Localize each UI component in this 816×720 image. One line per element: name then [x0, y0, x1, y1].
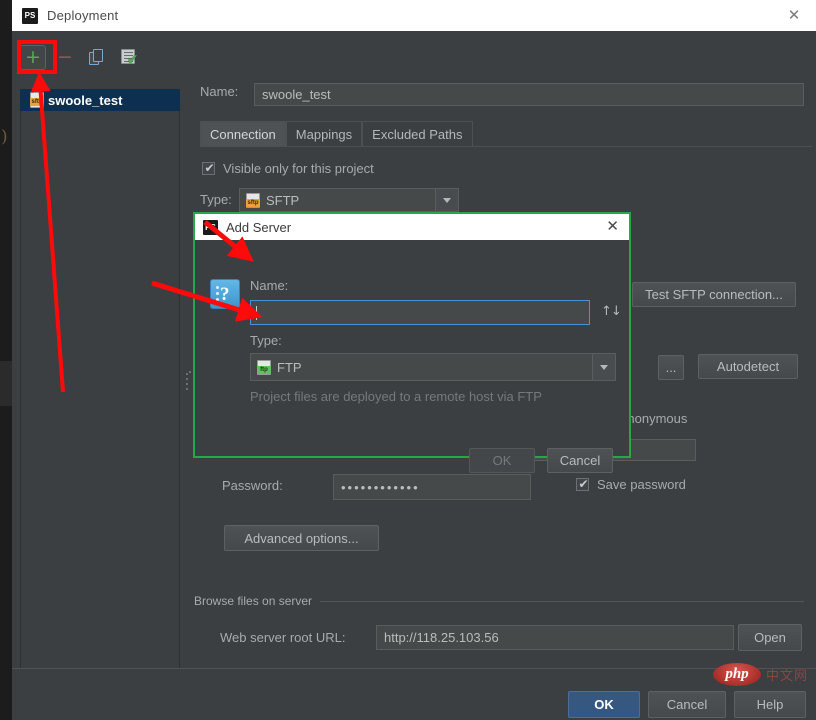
tab-underline — [200, 146, 812, 147]
footer-cancel-button[interactable]: Cancel — [648, 691, 726, 718]
add-server-button[interactable]: + — [20, 45, 46, 70]
plus-icon: + — [25, 48, 41, 67]
sort-updown-icon[interactable]: ↑↓ — [601, 304, 621, 319]
browse-path-button[interactable]: ... — [658, 355, 684, 380]
add-server-title: Add Server — [226, 220, 291, 235]
save-password-label: Save password — [597, 477, 686, 492]
php-site-text: 中文网 — [766, 665, 808, 684]
add-server-body: Name: ↑↓ Type: FTP Project files are dep… — [195, 240, 629, 458]
password-input[interactable]: •••••••••••• — [333, 474, 531, 500]
name-label: Name: — [200, 84, 238, 99]
server-list-toolbar: + − ✔ — [20, 43, 142, 71]
window-titlebar: Deployment ✕ — [12, 0, 816, 31]
visible-only-row[interactable]: Visible only for this project — [202, 161, 374, 176]
ftp-icon — [257, 360, 271, 375]
type-row: Type: — [200, 192, 232, 207]
save-password-checkbox[interactable] — [576, 478, 589, 491]
modal-type-select[interactable]: FTP — [250, 353, 616, 381]
type-value: SFTP — [260, 193, 299, 208]
open-url-button[interactable]: Open — [738, 624, 802, 651]
footer-help-button[interactable]: Help — [734, 691, 806, 718]
visible-only-checkbox[interactable] — [202, 162, 215, 175]
web-root-row: Web server root URL: — [220, 630, 345, 645]
minus-icon: − — [57, 48, 73, 67]
type-select[interactable]: SFTP — [239, 188, 459, 212]
close-icon[interactable]: ✕ — [606, 219, 619, 234]
close-icon[interactable]: ✕ — [786, 8, 802, 24]
remove-server-button[interactable]: − — [52, 45, 78, 70]
app-window: ) Deployment ✕ + − ✔ — [0, 0, 816, 720]
panel-splitter-handle[interactable] — [186, 371, 191, 397]
browse-group-header: Browse files on server — [194, 594, 804, 608]
sftp-server-icon — [30, 92, 44, 108]
modal-name-input[interactable] — [250, 300, 590, 325]
footer-ok-button[interactable]: OK — [568, 691, 640, 718]
advanced-options-button[interactable]: Advanced options... — [224, 525, 379, 551]
browse-group-label: Browse files on server — [194, 594, 312, 608]
tab-mappings[interactable]: Mappings — [286, 121, 362, 147]
background-paren-glyph: ) — [1, 127, 8, 147]
autodetect-button[interactable]: Autodetect — [698, 354, 798, 379]
save-password-row[interactable]: Save password — [576, 477, 686, 492]
name-row: Name: — [200, 84, 238, 99]
set-default-icon: ✔ — [121, 49, 138, 65]
dialog-footer: OK Cancel Help — [12, 668, 816, 720]
chevron-down-icon[interactable] — [592, 353, 616, 381]
modal-ok-button[interactable]: OK — [469, 448, 535, 473]
settings-tabs: Connection Mappings Excluded Paths — [200, 120, 473, 147]
password-row: Password: — [222, 478, 283, 493]
tab-connection[interactable]: Connection — [200, 121, 286, 147]
set-default-button[interactable]: ✔ — [116, 45, 142, 70]
type-label: Type: — [200, 192, 232, 207]
group-divider — [320, 601, 804, 602]
window-title: Deployment — [47, 8, 118, 23]
modal-description: Project files are deployed to a remote h… — [250, 389, 542, 404]
question-icon — [210, 279, 240, 309]
sftp-icon — [246, 193, 260, 208]
add-server-dialog: Add Server ✕ Name: ↑↓ Type: FTP Project … — [193, 212, 631, 458]
web-root-input[interactable]: http://118.25.103.56 — [376, 625, 734, 650]
phpstorm-icon — [22, 8, 38, 24]
add-server-titlebar: Add Server ✕ — [195, 214, 629, 240]
modal-type-value: FTP — [271, 360, 302, 375]
server-list-panel: swoole_test — [20, 89, 180, 699]
name-input[interactable]: swoole_test — [254, 83, 804, 106]
modal-type-label: Type: — [250, 333, 282, 348]
web-root-label: Web server root URL: — [220, 630, 345, 645]
test-connection-button[interactable]: Test SFTP connection... — [632, 282, 796, 307]
phpstorm-icon — [203, 220, 218, 235]
php-logo: php — [713, 663, 761, 686]
modal-cancel-button[interactable]: Cancel — [547, 448, 613, 473]
visible-only-label: Visible only for this project — [223, 161, 374, 176]
copy-icon — [89, 49, 105, 65]
dialog-body: + − ✔ swoole_test — [12, 31, 816, 720]
modal-name-label: Name: — [250, 278, 288, 293]
list-item-label: swoole_test — [48, 93, 122, 108]
password-label: Password: — [222, 478, 283, 493]
text-caret — [256, 306, 257, 320]
copy-server-button[interactable] — [84, 45, 110, 70]
chevron-down-icon[interactable] — [435, 188, 459, 212]
php-watermark: php 中文网 — [713, 663, 808, 686]
tab-excluded-paths[interactable]: Excluded Paths — [362, 121, 472, 147]
list-item[interactable]: swoole_test — [20, 89, 180, 111]
left-edge-strip: ) — [0, 31, 12, 720]
left-strip-band — [0, 361, 12, 406]
